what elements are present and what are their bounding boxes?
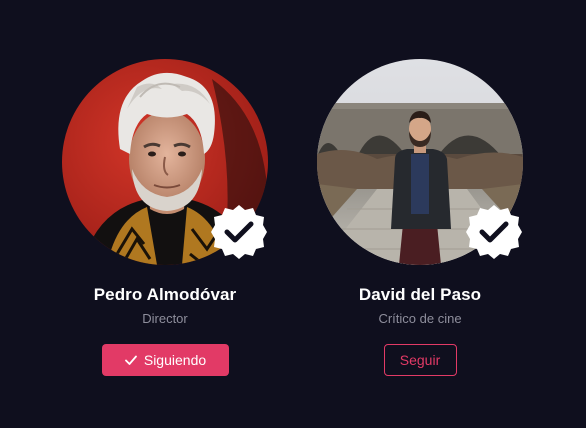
profiles-screen: Pedro Almodóvar Director Siguiendo David… <box>0 0 586 428</box>
profile-name: David del Paso <box>358 285 482 304</box>
follow-button[interactable]: Seguir <box>383 344 457 376</box>
follow-button-label: Seguir <box>399 352 441 368</box>
profile-role: Director <box>142 311 188 326</box>
following-button[interactable]: Siguiendo <box>101 344 229 376</box>
profile-card-pedro: Pedro Almodóvar Director Siguiendo <box>55 59 275 376</box>
profile-role: Crítico de cine <box>378 311 462 326</box>
following-button-label: Siguiendo <box>143 352 207 368</box>
verified-badge-icon <box>466 205 522 259</box>
check-icon <box>124 355 137 365</box>
avatar-container <box>62 59 268 265</box>
avatar-container <box>317 59 523 265</box>
profile-name: Pedro Almodóvar <box>93 285 237 304</box>
profile-card-david: David del Paso Crítico de cine Seguir <box>310 59 530 376</box>
verified-badge-icon <box>211 205 267 259</box>
